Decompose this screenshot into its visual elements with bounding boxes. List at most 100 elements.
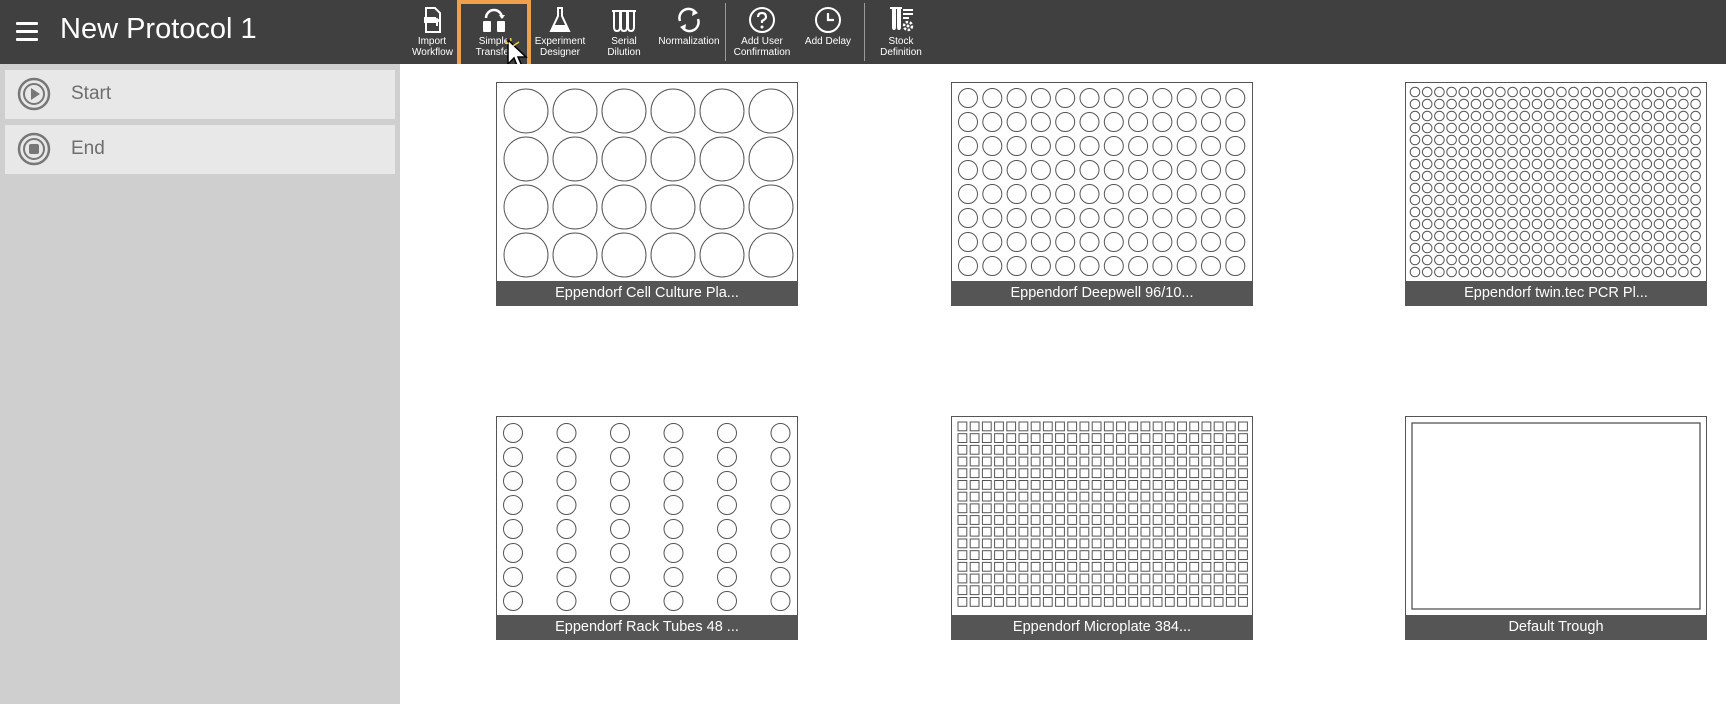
well — [699, 232, 745, 278]
labware-tile-deepwell-96[interactable]: Eppendorf Deepwell 96/10... — [951, 82, 1253, 306]
well — [503, 423, 523, 443]
well — [982, 184, 1003, 204]
experiment-designer-button[interactable]: Experiment Designer — [530, 0, 590, 64]
well — [1421, 206, 1433, 218]
well — [1164, 480, 1175, 490]
well — [1665, 86, 1677, 98]
hamburger-menu-icon[interactable] — [16, 22, 38, 42]
add-user-confirmation-button[interactable]: Add User Confirmation — [730, 0, 794, 64]
well — [1458, 158, 1470, 170]
well — [1055, 515, 1065, 525]
well — [1446, 230, 1457, 242]
well — [1507, 122, 1518, 134]
well — [1177, 468, 1187, 479]
well — [1653, 170, 1665, 182]
well — [1030, 526, 1041, 537]
well — [1531, 194, 1543, 206]
well — [969, 538, 980, 549]
well — [1055, 573, 1065, 584]
step-label: End — [71, 138, 105, 159]
import-workflow-button[interactable]: Import Workflow — [412, 0, 453, 64]
well — [1079, 256, 1100, 276]
labware-tile-cell-culture-24[interactable]: Eppendorf Cell Culture Pla... — [496, 82, 798, 306]
well — [1055, 526, 1065, 537]
well — [981, 526, 992, 537]
well — [1653, 98, 1665, 110]
well — [981, 456, 992, 467]
well — [1116, 561, 1126, 572]
tool-label-line2: Transfer — [475, 47, 513, 58]
well — [770, 567, 791, 587]
add-delay-button[interactable]: Add Delay — [800, 0, 856, 64]
well — [1103, 88, 1124, 108]
well — [1556, 254, 1567, 266]
step-label: Start — [71, 83, 112, 104]
well — [1152, 503, 1163, 514]
well — [1067, 444, 1078, 455]
well — [1434, 98, 1445, 110]
well — [1568, 230, 1579, 242]
tool-label-line1: Add Delay — [804, 36, 852, 47]
well — [1421, 194, 1433, 206]
well — [663, 519, 684, 539]
well — [1507, 98, 1518, 110]
well — [1604, 254, 1616, 266]
step-start[interactable]: Start — [5, 70, 395, 119]
well — [1225, 184, 1246, 204]
well — [1519, 86, 1531, 98]
step-end[interactable]: End — [5, 125, 395, 174]
well — [1103, 491, 1114, 502]
stock-definition-button[interactable]: Stock Definition — [875, 0, 927, 64]
well — [1482, 146, 1494, 158]
well — [1507, 110, 1518, 122]
well — [1434, 110, 1445, 122]
well — [1128, 256, 1149, 276]
well — [1055, 256, 1076, 276]
well — [1421, 122, 1433, 134]
well — [1103, 232, 1124, 252]
well — [1055, 585, 1065, 596]
well — [1225, 538, 1236, 549]
labware-tile-microplate-384[interactable]: Eppendorf Microplate 384... — [951, 416, 1253, 640]
well — [1519, 182, 1531, 194]
well — [1665, 206, 1677, 218]
well — [770, 495, 791, 515]
well — [1434, 134, 1445, 146]
well — [982, 160, 1003, 180]
labware-tile-rack-tubes-48[interactable]: Eppendorf Rack Tubes 48 ... — [496, 416, 798, 640]
well — [1177, 491, 1187, 502]
well — [1409, 170, 1421, 182]
labware-tile-default-trough[interactable]: Default Trough — [1405, 416, 1707, 640]
well — [1446, 194, 1457, 206]
well — [1580, 266, 1592, 278]
well — [1556, 230, 1567, 242]
well — [1470, 86, 1482, 98]
well — [1201, 456, 1212, 467]
well — [1238, 526, 1248, 537]
well — [1434, 194, 1445, 206]
well — [552, 136, 598, 182]
well — [1556, 170, 1567, 182]
normalization-button[interactable]: Normalization — [655, 0, 723, 64]
well — [1128, 515, 1139, 525]
tool-label-line1: Normalization — [658, 36, 720, 47]
well — [610, 591, 630, 611]
well — [1495, 194, 1506, 206]
well — [1482, 98, 1494, 110]
well — [1690, 206, 1701, 218]
well — [1164, 491, 1175, 502]
well — [1079, 503, 1090, 514]
well — [1103, 468, 1114, 479]
well — [1617, 254, 1628, 266]
well — [1225, 136, 1246, 156]
well — [1495, 182, 1506, 194]
well — [1055, 232, 1076, 252]
labware-tile-pcr-384[interactable]: Eppendorf twin.tec PCR Pl... — [1405, 82, 1707, 306]
well — [1434, 170, 1445, 182]
well — [1665, 182, 1677, 194]
simple-transfer-button[interactable]: Simple Transfer — [467, 0, 521, 64]
well — [1592, 266, 1604, 278]
well — [1629, 182, 1640, 194]
serial-dilution-button[interactable]: Serial Dilution — [601, 0, 647, 64]
well — [1531, 206, 1543, 218]
